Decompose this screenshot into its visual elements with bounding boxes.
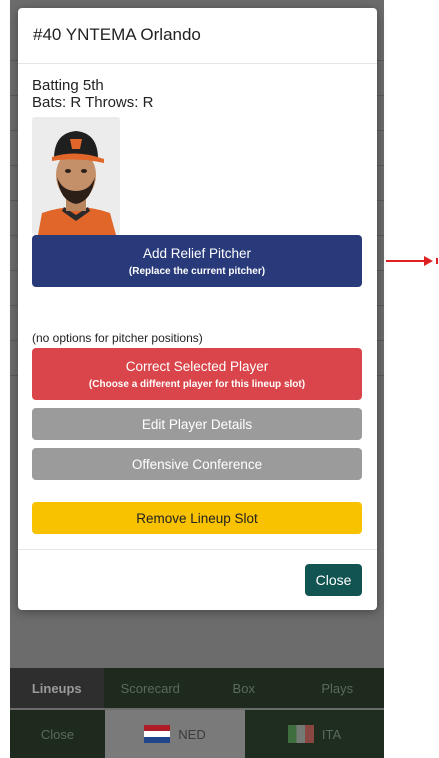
correct-selected-player-label: Correct Selected Player	[125, 358, 269, 374]
netherlands-flag-icon	[144, 725, 171, 743]
offensive-conference-label: Offensive Conference	[131, 456, 263, 472]
edit-player-details-button[interactable]: Edit Player Details	[32, 408, 362, 440]
tab-scorecard[interactable]: Scorecard	[104, 668, 198, 708]
close-button[interactable]: Close	[305, 564, 362, 596]
add-relief-pitcher-label: Add Relief Pitcher	[142, 245, 252, 261]
correct-selected-player-sublabel: (Choose a different player for this line…	[88, 378, 306, 390]
player-photo	[32, 117, 120, 235]
offensive-conference-button[interactable]: Offensive Conference	[32, 448, 362, 480]
dialog-title: #40 YNTEMA Orlando	[33, 25, 201, 44]
remove-lineup-slot-button[interactable]: Remove Lineup Slot	[32, 502, 362, 534]
header-divider	[18, 63, 377, 64]
correct-selected-player-button[interactable]: Correct Selected Player (Choose a differ…	[32, 348, 362, 400]
add-relief-pitcher-sublabel: (Replace the current pitcher)	[128, 265, 266, 277]
bats-throws-text: Bats: R Throws: R	[32, 94, 154, 111]
team-bar: Close NED ITA	[10, 710, 384, 758]
add-relief-pitcher-button[interactable]: Add Relief Pitcher (Replace the current …	[32, 235, 362, 287]
italy-flag-icon	[287, 725, 314, 743]
edit-player-details-label: Edit Player Details	[141, 416, 253, 432]
player-options-dialog: #40 YNTEMA Orlando Batting 5th Bats: R T…	[18, 8, 377, 610]
footer-divider	[18, 549, 377, 550]
team-ita-tab[interactable]: ITA	[245, 710, 384, 758]
batting-order-text: Batting 5th	[32, 77, 104, 94]
bottom-close-button[interactable]: Close	[10, 710, 105, 758]
remove-lineup-slot-label: Remove Lineup Slot	[136, 510, 258, 526]
bottom-tab-bar: Lineups Scorecard Box Plays	[10, 668, 384, 708]
no-options-note: (no options for pitcher positions)	[32, 331, 203, 345]
annotation-arrow-icon	[386, 256, 438, 266]
tab-plays[interactable]: Plays	[291, 668, 385, 708]
tab-lineups[interactable]: Lineups	[10, 668, 104, 708]
team-ita-label: ITA	[321, 726, 342, 742]
team-ned-tab[interactable]: NED	[105, 710, 245, 758]
team-ned-label: NED	[178, 726, 206, 742]
tab-box[interactable]: Box	[197, 668, 291, 708]
player-portrait-icon	[32, 117, 120, 235]
